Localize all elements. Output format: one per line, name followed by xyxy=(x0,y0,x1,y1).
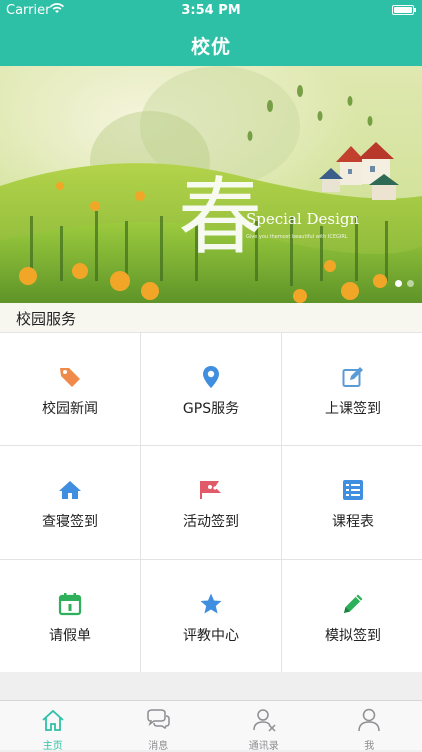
banner-carousel[interactable]: 春 Special Design Give you themost beauti… xyxy=(0,66,422,303)
service-item-teaching-evaluation[interactable]: 评教中心 xyxy=(141,560,281,673)
pencil-icon xyxy=(341,592,365,616)
service-label: GPS服务 xyxy=(141,398,281,418)
star-icon xyxy=(199,592,223,616)
service-item-gps[interactable]: GPS服务 xyxy=(141,333,281,445)
service-label: 查寝签到 xyxy=(0,511,140,531)
navigation-bar: 校优 xyxy=(0,22,422,66)
services-grid: 校园新闻 GPS服务 上课签到 查寝签到 活动签到 课程表 请假单 xyxy=(0,333,422,672)
page-title: 校优 xyxy=(0,32,422,59)
home-icon xyxy=(58,478,82,502)
status-bar: Carrier 3:54 PM xyxy=(0,0,422,22)
content-background xyxy=(0,672,422,700)
location-pin-icon xyxy=(199,365,223,389)
contacts-icon xyxy=(251,707,277,733)
banner-image: 春 Special Design Give you themost beauti… xyxy=(0,66,422,303)
page-dot[interactable] xyxy=(407,280,414,287)
service-label: 校园新闻 xyxy=(0,398,140,418)
service-label: 模拟签到 xyxy=(282,625,422,645)
tab-contacts[interactable]: 通讯录 xyxy=(211,701,317,750)
tab-bar: 主页 消息 通讯录 我 xyxy=(0,700,422,750)
service-item-timetable[interactable]: 课程表 xyxy=(282,446,422,559)
banner-small-text: Give you themost beautiful with ICEGIRL xyxy=(246,234,348,240)
tab-home[interactable]: 主页 xyxy=(0,701,106,750)
section-title: 校园服务 xyxy=(16,308,76,329)
tag-icon xyxy=(58,365,82,389)
service-item-activity-checkin[interactable]: 活动签到 xyxy=(141,446,281,559)
service-item-dorm-checkin[interactable]: 查寝签到 xyxy=(0,446,140,559)
page-dot[interactable] xyxy=(395,280,402,287)
service-item-campus-news[interactable]: 校园新闻 xyxy=(0,333,140,445)
tab-messages[interactable]: 消息 xyxy=(106,701,212,750)
home-tab-icon xyxy=(40,707,66,733)
clock-time: 3:54 PM xyxy=(0,3,422,18)
section-header: 校园服务 xyxy=(0,303,422,333)
edit-icon xyxy=(341,365,365,389)
banner-subtitle-text: Special Design xyxy=(246,210,359,228)
service-label: 上课签到 xyxy=(282,398,422,418)
calendar-icon xyxy=(58,592,82,616)
service-label: 活动签到 xyxy=(141,511,281,531)
service-item-class-checkin[interactable]: 上课签到 xyxy=(282,333,422,445)
chat-bubbles-icon xyxy=(145,707,171,733)
schedule-list-icon xyxy=(341,478,365,502)
service-label: 请假单 xyxy=(0,625,140,645)
battery-icon xyxy=(392,5,414,15)
tab-me[interactable]: 我 xyxy=(317,701,422,750)
activity-flag-icon xyxy=(199,478,223,502)
service-label: 课程表 xyxy=(282,511,422,531)
person-icon xyxy=(356,707,382,733)
service-label: 评教中心 xyxy=(141,625,281,645)
service-item-leave-form[interactable]: 请假单 xyxy=(0,560,140,673)
service-item-simulated-checkin[interactable]: 模拟签到 xyxy=(282,560,422,673)
carousel-page-indicator[interactable] xyxy=(390,272,414,291)
